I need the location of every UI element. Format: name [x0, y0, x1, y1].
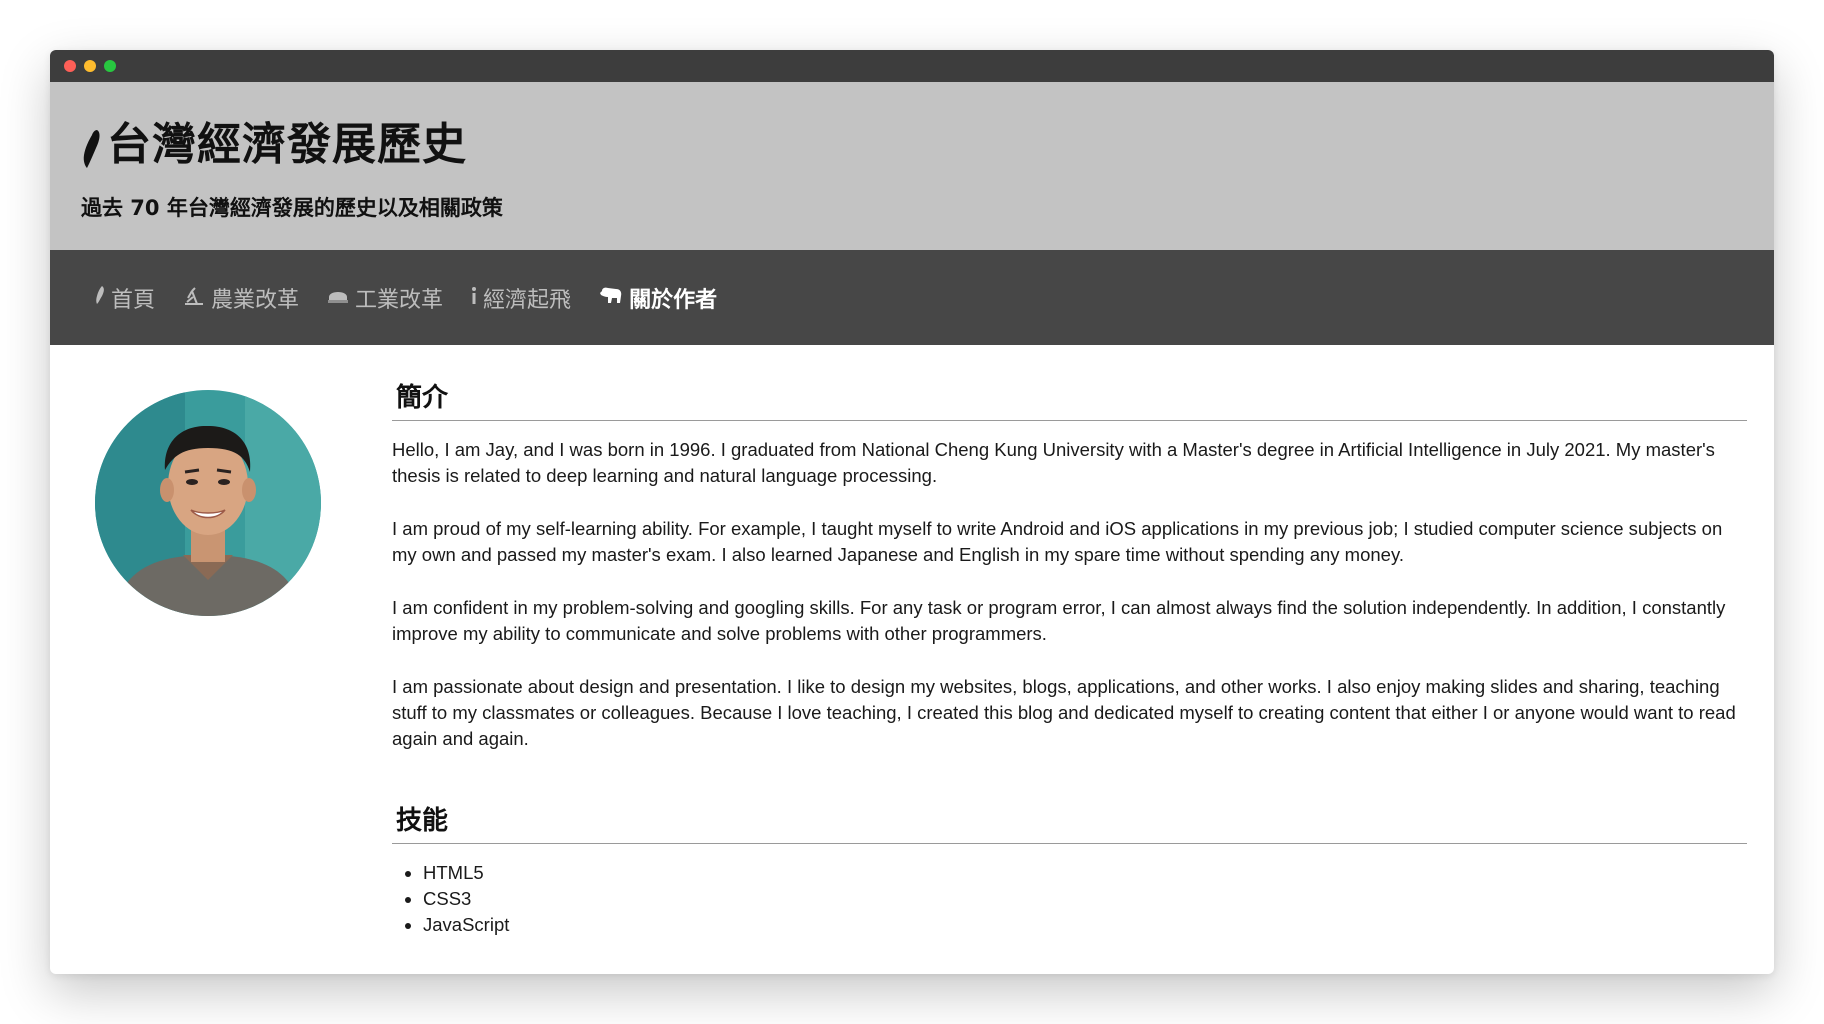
intro-paragraph: I am passionate about design and present…: [392, 676, 1736, 749]
factory-icon: [327, 285, 349, 310]
skill-item: JavaScript: [423, 912, 1747, 938]
author-photo: [95, 390, 321, 616]
info-icon: [471, 285, 477, 311]
nav-item-home[interactable]: 首頁: [95, 282, 155, 314]
about-content: 簡介 Hello, I am Jay, and I was born in 19…: [50, 345, 1774, 974]
nav-item-label: 農業改革: [211, 287, 300, 313]
taiwan-island-icon: [95, 285, 105, 311]
main-nav: 首頁 農業改革 工業改革 經濟起飛 關於作者: [50, 250, 1774, 345]
site-title[interactable]: 台灣經濟發展歷史: [81, 120, 1774, 170]
skills-list: HTML5 CSS3 JavaScript: [392, 860, 1747, 938]
skill-item: CSS3: [423, 886, 1747, 912]
minimize-window-button[interactable]: [84, 60, 96, 72]
intro-paragraph: I am proud of my self-learning ability. …: [392, 518, 1723, 565]
nav-item-economy[interactable]: 經濟起飛: [471, 282, 571, 314]
skills-heading: 技能: [392, 800, 1747, 844]
nav-item-label: 經濟起飛: [483, 287, 572, 313]
window-titlebar: [50, 50, 1774, 82]
nav-item-label: 關於作者: [629, 287, 718, 313]
taiwan-island-icon: [81, 128, 103, 170]
nav-item-industry[interactable]: 工業改革: [327, 282, 443, 314]
close-window-button[interactable]: [64, 60, 76, 72]
about-main: 簡介 Hello, I am Jay, and I was born in 19…: [392, 377, 1747, 938]
nav-item-label: 首頁: [111, 287, 156, 313]
nav-item-about[interactable]: 關於作者: [599, 282, 717, 314]
intro-heading: 簡介: [392, 377, 1747, 421]
site-header: 台灣經濟發展歷史 過去 70 年台灣經濟發展的歷史以及相關政策: [50, 82, 1774, 250]
site-subtitle: 過去 70 年台灣經濟發展的歷史以及相關政策: [81, 196, 503, 220]
skill-item: HTML5: [423, 860, 1747, 886]
bear-icon: [599, 285, 623, 310]
intro-paragraph: Hello, I am Jay, and I was born in 1996.…: [392, 439, 1715, 486]
intro-paragraph: I am confident in my problem-solving and…: [392, 597, 1726, 644]
farmer-icon: [183, 285, 205, 311]
nav-item-agriculture[interactable]: 農業改革: [183, 282, 299, 314]
maximize-window-button[interactable]: [104, 60, 116, 72]
author-avatar: [95, 390, 321, 616]
nav-item-label: 工業改革: [355, 287, 444, 313]
site-title-text: 台灣經濟發展歷史: [107, 119, 467, 170]
browser-window: 台灣經濟發展歷史 過去 70 年台灣經濟發展的歷史以及相關政策 首頁 農業改革 …: [50, 50, 1774, 974]
